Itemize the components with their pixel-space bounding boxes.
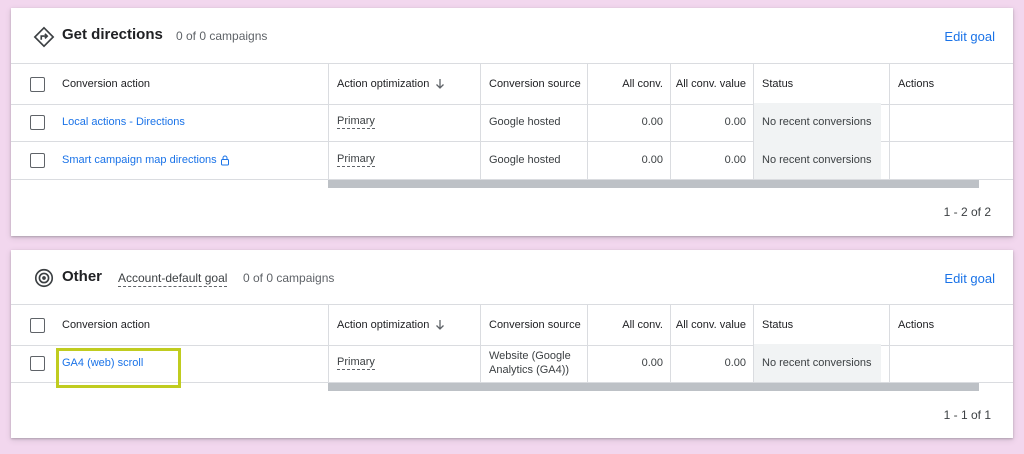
horizontal-scrollbar[interactable]	[328, 383, 979, 391]
lock-icon	[220, 155, 229, 165]
optimization-value[interactable]: Primary	[337, 356, 375, 370]
col-header-actions: Actions	[889, 64, 1014, 104]
table-header-row: Conversion action Action optimization Co…	[11, 304, 1013, 346]
optimization-value[interactable]: Primary	[337, 115, 375, 129]
col-header-conversion-action: Conversion action	[62, 78, 151, 90]
col-header-action-optimization[interactable]: Action optimization	[328, 64, 478, 104]
campaign-count: 0 of 0 campaigns	[176, 29, 268, 43]
actions-cell	[889, 103, 1014, 141]
pagination-text: 1 - 2 of 2	[943, 205, 991, 219]
col-header-label: Action optimization	[337, 319, 430, 331]
goal-header: Get directions 0 of 0 campaigns Edit goa…	[11, 8, 1013, 64]
conversion-source: Google hosted	[480, 141, 588, 179]
all-conv-value-value: 0.00	[670, 344, 754, 382]
conversion-action-link[interactable]: Local actions - Directions	[62, 116, 185, 128]
col-header-status: Status	[753, 305, 889, 345]
all-conv-value: 0.00	[587, 103, 671, 141]
highlight-box	[56, 348, 181, 388]
col-header-label: Action optimization	[337, 78, 430, 90]
goal-title: Other	[62, 268, 103, 285]
directions-icon	[33, 26, 55, 48]
table-row: Smart campaign map directions Primary Go…	[11, 141, 1013, 180]
status-text: No recent conversions	[753, 344, 881, 382]
target-icon	[34, 268, 54, 288]
edit-goal-link[interactable]: Edit goal	[944, 271, 995, 286]
col-header-conversion-action: Conversion action	[62, 319, 151, 331]
sort-arrow-down-icon	[436, 79, 445, 89]
all-conv-value: 0.00	[587, 344, 671, 382]
goal-card-other: Other Account-default goal 0 of 0 campai…	[11, 250, 1013, 438]
all-conv-value-value: 0.00	[670, 103, 754, 141]
row-checkbox[interactable]	[30, 115, 45, 130]
col-header-all-conv-value: All conv. value	[670, 64, 754, 104]
col-header-status: Status	[753, 64, 889, 104]
select-all-checkbox[interactable]	[30, 318, 45, 333]
col-header-actions: Actions	[889, 305, 1014, 345]
edit-goal-link[interactable]: Edit goal	[944, 29, 995, 44]
row-checkbox[interactable]	[30, 356, 45, 371]
conversion-source: Google hosted	[480, 103, 588, 141]
status-text: No recent conversions	[753, 103, 881, 141]
sort-arrow-down-icon	[436, 320, 445, 330]
col-header-conversion-source: Conversion source	[480, 64, 588, 104]
col-header-action-optimization[interactable]: Action optimization	[328, 305, 478, 345]
col-header-all-conv-value: All conv. value	[670, 305, 754, 345]
campaign-count: 0 of 0 campaigns	[243, 271, 335, 285]
goal-title: Get directions	[62, 26, 163, 43]
select-all-checkbox[interactable]	[30, 77, 45, 92]
goal-header: Other Account-default goal 0 of 0 campai…	[11, 250, 1013, 306]
table-header-row: Conversion action Action optimization Co…	[11, 63, 1013, 105]
pagination-text: 1 - 1 of 1	[943, 408, 991, 422]
status-text: No recent conversions	[753, 141, 881, 179]
actions-cell	[889, 344, 1014, 382]
col-header-conversion-source: Conversion source	[480, 305, 588, 345]
actions-cell	[889, 141, 1014, 179]
goal-card-get-directions: Get directions 0 of 0 campaigns Edit goa…	[11, 8, 1013, 236]
account-default-goal-label[interactable]: Account-default goal	[118, 271, 228, 287]
all-conv-value: 0.00	[587, 141, 671, 179]
table-row: Local actions - Directions Primary Googl…	[11, 103, 1013, 142]
col-header-all-conv: All conv.	[587, 305, 671, 345]
conversion-source: Website (Google Analytics (GA4))	[480, 344, 588, 382]
col-header-all-conv: All conv.	[587, 64, 671, 104]
conversion-action-link[interactable]: Smart campaign map directions	[62, 154, 217, 166]
optimization-value[interactable]: Primary	[337, 153, 375, 167]
all-conv-value-value: 0.00	[670, 141, 754, 179]
horizontal-scrollbar[interactable]	[328, 180, 979, 188]
row-checkbox[interactable]	[30, 153, 45, 168]
